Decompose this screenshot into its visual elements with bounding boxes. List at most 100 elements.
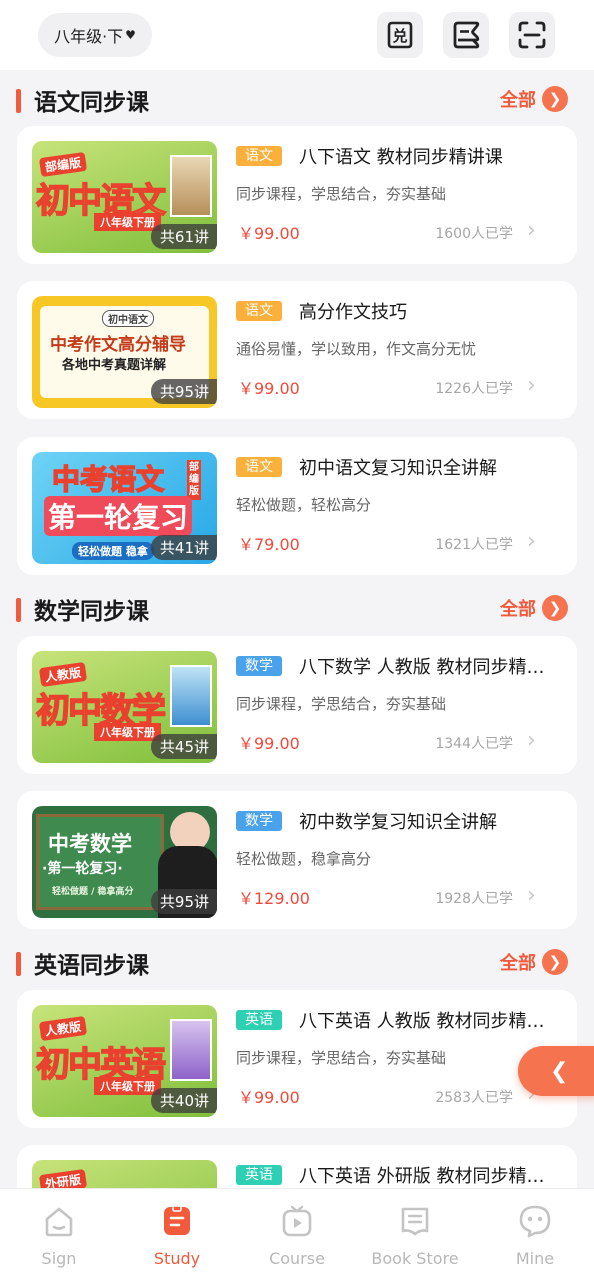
cover-badge: 初中语文 (102, 310, 154, 327)
cover-note: 轻松做题 / 稳拿高分 (52, 887, 134, 897)
student-count: 2583人已学 (435, 1090, 513, 1106)
course-price: ￥129.00 (238, 889, 310, 908)
cover-title: 中考数学 (48, 832, 132, 856)
book-store-icon (401, 1207, 429, 1236)
cover-subtitle: 八年级下册 (94, 213, 161, 231)
schedule-icon (453, 21, 480, 49)
subject-tag: 英语 (236, 1165, 282, 1185)
lesson-count: 共61讲 (150, 224, 217, 249)
cover-subtitle: 第一轮复习 (44, 496, 193, 536)
cover-title: 中考作文高分辅导 (50, 335, 186, 355)
course-price: ￥79.00 (238, 535, 300, 554)
course-card[interactable]: 初中语文 中考作文高分辅导 各地中考真题详解 共95讲 语文 高分作文技巧 通俗… (17, 281, 577, 419)
course-cover: 初中语文 中考作文高分辅导 各地中考真题详解 共95讲 (32, 296, 217, 408)
tab-sign[interactable]: Sign (0, 1203, 118, 1273)
tab-label: Book Store (371, 1249, 459, 1268)
subject-tag: 语文 (236, 301, 282, 321)
student-count: 1226人已学 (435, 381, 513, 397)
course-cover: 人教版 初中数学 八年级下册 共45讲 (32, 651, 217, 763)
chevron-right-icon: › (527, 883, 536, 908)
subject-tag: 数学 (236, 656, 282, 676)
cover-badge: 部编版 (187, 460, 201, 500)
view-all-english-button[interactable]: 全部 ❯ (500, 949, 568, 975)
course-title: 八下英语 人教版 教材同步精讲课 (299, 1011, 557, 1032)
section-header-math: 数学同步课 全部 ❯ (0, 582, 594, 632)
chevron-left-icon: ❮ (550, 1058, 569, 1084)
course-list[interactable]: 语文同步课 全部 ❯ 部编版 初中语文 八年级下册 共61讲 语文 八下语文 教… (0, 70, 594, 1188)
student-count: 1928人已学 (435, 891, 513, 907)
course-price: ￥99.00 (238, 379, 300, 398)
subject-tag: 语文 (236, 457, 282, 477)
caret-down-icon: ♥ (125, 28, 136, 42)
top-bar: 八年级·下 ♥ 兑 (0, 0, 594, 70)
course-title: 初中数学复习知识全讲解 (299, 812, 497, 833)
bottom-tab-bar: Sign Study Course Book Store Mine (0, 1188, 594, 1280)
tab-book-store[interactable]: Book Store (356, 1203, 474, 1273)
textbook-image (170, 155, 212, 217)
view-all-label: 全部 (500, 90, 536, 111)
course-title: 初中语文复习知识全讲解 (299, 458, 497, 479)
course-subtitle: 轻松做题，稳拿高分 (236, 850, 372, 868)
cover-subtitle: 各地中考真题详解 (62, 358, 167, 373)
view-all-label: 全部 (500, 953, 536, 974)
chevron-right-icon: › (527, 218, 536, 243)
section-header-english: 英语同步课 全部 ❯ (0, 936, 594, 986)
course-card[interactable]: 人教版 初中数学 八年级下册 共45讲 数学 八下数学 人教版 教材同步精讲课 … (17, 636, 577, 774)
course-subtitle: 同步课程，学思结合，夯实基础 (236, 185, 447, 203)
section-accent-bar (16, 598, 21, 622)
grade-selector[interactable]: 八年级·下 ♥ (38, 13, 152, 57)
chevron-right-icon: › (527, 373, 536, 398)
cover-subtitle: ·第一轮复习· (42, 861, 123, 877)
course-card[interactable]: 中考语文 部编版 第一轮复习 轻松做题 稳拿 共41讲 语文 初中语文复习知识全… (17, 437, 577, 575)
lesson-count: 共40讲 (150, 1088, 217, 1113)
tab-mine[interactable]: Mine (476, 1203, 594, 1273)
home-icon (45, 1207, 73, 1237)
view-all-math-button[interactable]: 全部 ❯ (500, 595, 568, 621)
section-header-chinese: 语文同步课 全部 ❯ (0, 73, 594, 123)
section-title: 语文同步课 (34, 90, 149, 116)
tab-label: Mine (515, 1249, 555, 1268)
course-subtitle: 通俗易懂，学以致用，作文高分无忧 (236, 340, 477, 358)
redeem-button[interactable]: 兑 (377, 12, 423, 58)
section-title: 英语同步课 (34, 953, 149, 979)
lesson-count: 共45讲 (150, 734, 217, 759)
floating-collapse-button[interactable]: ❮ (518, 1046, 594, 1096)
course-title: 八下数学 人教版 教材同步精讲课 (299, 657, 557, 678)
course-subtitle: 轻松做题，轻松高分 (236, 496, 372, 514)
subject-tag: 英语 (236, 1010, 282, 1030)
chevron-right-icon: › (527, 529, 536, 554)
tab-label: Course (269, 1249, 325, 1268)
cover-note: 轻松做题 稳拿 (72, 542, 154, 560)
course-title: 八下英语 外研版 教材同步精讲课 (299, 1166, 557, 1187)
tab-study[interactable]: Study (118, 1203, 236, 1273)
textbook-image (170, 1019, 212, 1081)
view-all-chinese-button[interactable]: 全部 ❯ (500, 86, 568, 112)
student-count: 1344人已学 (435, 736, 513, 752)
course-cover: 中考数学 ·第一轮复习· 轻松做题 / 稳拿高分 共95讲 (32, 806, 217, 918)
course-card[interactable]: 外研版 英语 八下英语 外研版 教材同步精讲课 (17, 1145, 577, 1188)
chevron-right-icon: ❯ (542, 595, 568, 621)
section-accent-bar (16, 952, 21, 976)
section-title: 数学同步课 (34, 599, 149, 625)
course-play-icon (282, 1205, 312, 1237)
course-title: 八下语文 教材同步精讲课 (299, 147, 503, 168)
study-icon (164, 1205, 190, 1235)
chevron-right-icon: ❯ (542, 949, 568, 975)
view-all-label: 全部 (500, 599, 536, 620)
course-card[interactable]: 部编版 初中语文 八年级下册 共61讲 语文 八下语文 教材同步精讲课 同步课程… (17, 126, 577, 264)
scan-button[interactable] (509, 12, 555, 58)
student-count: 1600人已学 (435, 226, 513, 242)
schedule-button[interactable] (443, 12, 489, 58)
course-price: ￥99.00 (238, 1088, 300, 1107)
course-card[interactable]: 中考数学 ·第一轮复习· 轻松做题 / 稳拿高分 共95讲 数学 初中数学复习知… (17, 791, 577, 929)
course-cover: 外研版 (32, 1160, 217, 1188)
course-price: ￥99.00 (238, 224, 300, 243)
student-count: 1621人已学 (435, 537, 513, 553)
tab-course[interactable]: Course (238, 1203, 356, 1273)
tab-label: Study (153, 1249, 201, 1268)
course-card[interactable]: 人教版 初中英语 八年级下册 共40讲 英语 八下英语 人教版 教材同步精讲课 … (17, 990, 577, 1128)
course-cover: 部编版 初中语文 八年级下册 共61讲 (32, 141, 217, 253)
section-accent-bar (16, 89, 21, 113)
cover-badge: 外研版 (38, 1168, 88, 1188)
mine-face-icon (519, 1205, 551, 1238)
